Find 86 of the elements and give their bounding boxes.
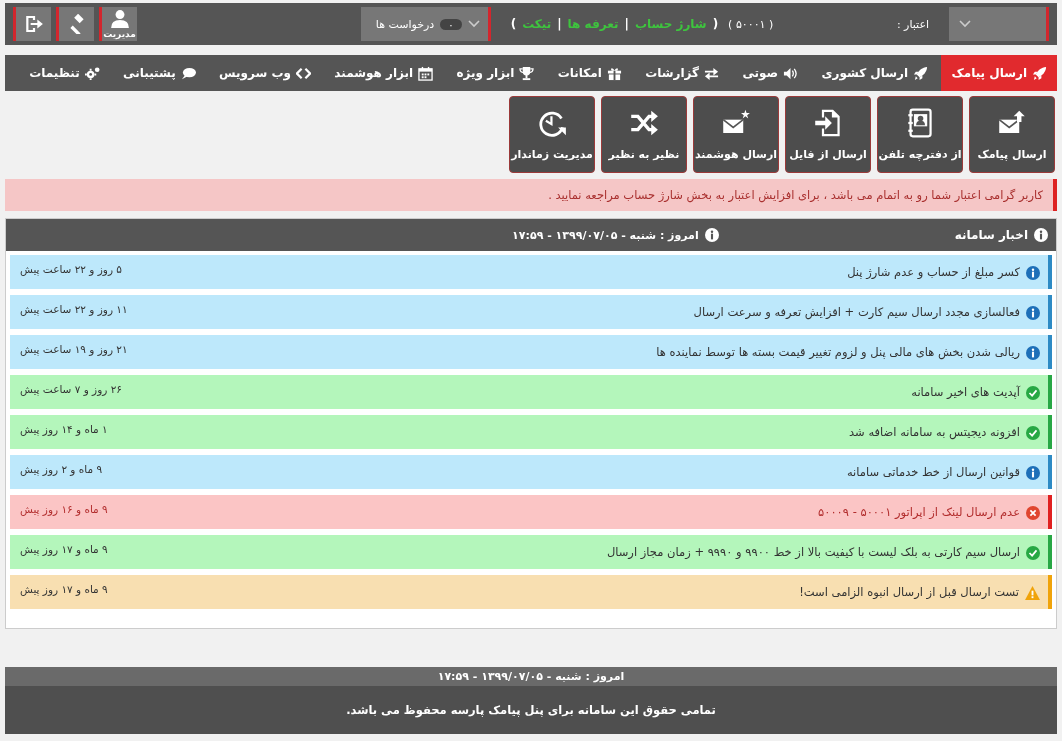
news-title: قوانین ارسال از خط خدماتی سامانه [846, 464, 1020, 479]
copyright-text: تمامی حقوق این سامانه برای پنل پیامک پارسه محفوظ می باشد. [5, 686, 1057, 734]
news-time: ۹ ماه و ۱۷ روز پیش [20, 543, 108, 555]
requests-dropdown[interactable]: ۰ درخواست ها [360, 7, 491, 41]
info-icon [1026, 306, 1040, 320]
nav-tab[interactable]: امکانات [547, 55, 632, 91]
news-item[interactable]: افزونه دیجیتس به سامانه اضافه شد ۱ ماه و ۱۴ روز پیش [10, 415, 1052, 449]
info-icon [1034, 228, 1048, 242]
nav-tab[interactable]: ارسال کشوری [811, 55, 939, 91]
nav-tab[interactable]: تنظیمات [19, 55, 110, 91]
gears-icon [84, 65, 100, 81]
shortcut-tile[interactable]: ارسال هوشمند [693, 96, 779, 173]
info-icon [1026, 266, 1040, 280]
news-time: ۹ ماه و ۱۶ روز پیش [20, 503, 108, 515]
separator: | [624, 17, 629, 31]
info-icon [1026, 466, 1040, 480]
shortcut-tile[interactable]: ارسال از فایل [785, 96, 871, 173]
error-icon [1026, 506, 1040, 520]
trophy-icon [519, 65, 535, 81]
parenthesis: ( [712, 17, 719, 31]
swap-arrows-icon [704, 65, 719, 81]
nav-tab[interactable]: ابزار ویژه [446, 55, 545, 91]
news-time: ۲۶ روز و ۷ ساعت پیش [20, 383, 122, 395]
news-title: ارسال سیم کارتی به بلک لیست با کیفیت بالا از خط ۹۹۰۰ و ۹۹۹۰ + زمان مجاز ارسال [606, 544, 1020, 559]
chevron-down-icon [959, 20, 971, 28]
news-item[interactable]: قوانین ارسال از خط خدماتی سامانه ۹ ماه و ۲ روز پیش [10, 455, 1052, 489]
alert-message: کاربر گرامی اعتبار شما رو به اتمام می باشد ، برای افزایش اعتبار به بخش شارژ حساب مراجعه نمایید . [5, 179, 1057, 211]
nav-tab[interactable]: ابزار هوشمند [324, 55, 444, 91]
news-title: افزونه دیجیتس به سامانه اضافه شد [849, 424, 1020, 439]
news-time: ۹ ماه و ۱۷ روز پیش [20, 583, 108, 595]
info-icon [1026, 346, 1040, 360]
nav-tab[interactable]: صوتی [732, 55, 809, 91]
admin-button[interactable]: مدیریت [99, 7, 137, 41]
news-title: آپدیت های اخیر سامانه [911, 384, 1020, 399]
news-item[interactable]: ارسال سیم کارتی به بلک لیست با کیفیت بالا از خط ۹۹۰۰ و ۹۹۹۰ + زمان مجاز ارسال ۹ ماه و ۱۷ روز پیش [10, 535, 1052, 569]
address-book-icon [905, 108, 935, 138]
news-title: تست ارسال قبل از ارسال انبوه الزامی است! [799, 584, 1019, 599]
news-time: ۱۱ روز و ۲۲ ساعت پیش [20, 303, 128, 315]
separator: | [557, 17, 562, 31]
credit-value: ( ۵۰۰۰۱ ) [728, 17, 774, 31]
date-label: امروز : شنبه - ۱۳۹۹/۰۷/۰۵ - ۱۷:۵۹ [512, 228, 699, 242]
news-item[interactable]: فعالسازی مجدد ارسال سیم کارت + افزایش تعرفه و سرعت ارسال ۱۱ روز و ۲۲ ساعت پیش [10, 295, 1052, 329]
chevron-down-icon [467, 20, 480, 28]
info-icon [704, 228, 719, 242]
shuffle-icon [629, 108, 659, 138]
file-import-icon [813, 108, 843, 138]
user-icon [108, 9, 131, 29]
check-icon [1026, 546, 1040, 560]
news-title: فعالسازی مجدد ارسال سیم کارت + افزایش تعرفه و سرعت ارسال [693, 304, 1020, 319]
chat-bubble-icon [180, 65, 196, 81]
calendar-icon [418, 65, 434, 81]
news-item[interactable]: آپدیت های اخیر سامانه ۲۶ روز و ۷ ساعت پیش [10, 375, 1052, 409]
shortcut-tile[interactable]: مدیریت زماندار [509, 96, 595, 173]
nav-tab[interactable]: گزارشات [635, 55, 729, 91]
news-time: ۹ ماه و ۲ روز پیش [20, 463, 103, 475]
nav-tab[interactable]: پشتیبانی [113, 55, 206, 91]
news-title: عدم ارسال لینک از اپراتور ۵۰۰۰۱ - ۵۰۰۰۹ [818, 504, 1020, 519]
news-item[interactable]: کسر مبلغ از حساب و عدم شارژ پنل ۵ روز و ۲۲ ساعت پیش [10, 255, 1052, 289]
panel-title: اخبار سامانه [954, 228, 1028, 242]
parenthesis: ) [510, 17, 517, 31]
warning-icon [1025, 586, 1040, 600]
toolbar-button[interactable] [56, 7, 94, 41]
news-title: ریالی شدن بخش های مالی پنل و لزوم تغییر قیمت بسته ها توسط نماینده ها [656, 344, 1020, 359]
news-title: کسر مبلغ از حساب و عدم شارژ پنل [847, 264, 1020, 279]
logout-icon [23, 14, 44, 34]
shortcut-tile[interactable]: از دفترچه تلفن [877, 96, 963, 173]
rocket-icon [1032, 65, 1047, 81]
code-icon [295, 65, 311, 81]
news-item[interactable]: عدم ارسال لینک از اپراتور ۵۰۰۰۱ - ۵۰۰۰۹ ۹ ماه و ۱۶ روز پیش [10, 495, 1052, 529]
news-item[interactable]: ریالی شدن بخش های مالی پنل و لزوم تغییر قیمت بسته ها توسط نماینده ها ۲۱ روز و ۱۹ ساعت پیش [10, 335, 1052, 369]
news-time: ۲۱ روز و ۱۹ ساعت پیش [20, 343, 128, 355]
check-icon [1026, 426, 1040, 440]
rocket-icon [913, 65, 929, 81]
news-item[interactable]: تست ارسال قبل از ارسال انبوه الزامی است! ۹ ماه و ۱۷ روز پیش [10, 575, 1052, 609]
nav-tab[interactable]: ارسال پیامک [941, 55, 1057, 91]
news-time: ۱ ماه و ۱۴ روز پیش [20, 423, 108, 435]
shortcut-tile[interactable]: ارسال پیامک [969, 96, 1055, 173]
nav-tab[interactable]: وب سرویس [209, 55, 321, 91]
news-time: ۵ روز و ۲۲ ساعت پیش [20, 263, 122, 275]
check-icon [1026, 386, 1040, 400]
footer-date: امروز : شنبه - ۱۳۹۹/۰۷/۰۵ - ۱۷:۵۹ [5, 667, 1057, 686]
logout-button[interactable] [13, 7, 51, 41]
shortcut-tile[interactable]: نظیر به نظیر [601, 96, 687, 173]
speaker-icon [783, 65, 799, 81]
gift-icon [606, 65, 622, 81]
credit-label: اعتبار : [896, 17, 929, 31]
